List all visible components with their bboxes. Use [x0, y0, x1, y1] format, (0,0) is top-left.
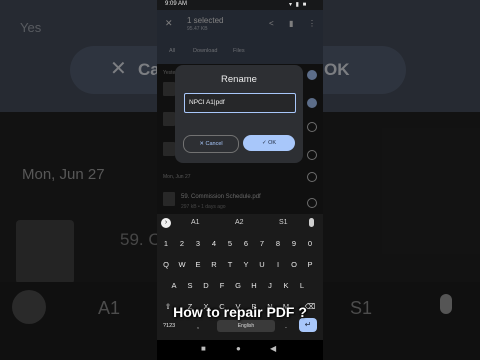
key[interactable]: 7: [255, 239, 269, 248]
key[interactable]: F: [215, 281, 229, 290]
back-icon[interactable]: ◀: [270, 344, 276, 353]
cancel-button[interactable]: ✕ Cancel: [183, 135, 239, 153]
rename-input-value: NPCI A1|pdf: [189, 99, 225, 106]
key[interactable]: P: [303, 260, 317, 269]
recent-apps-icon[interactable]: ■: [201, 344, 206, 353]
number-row: 1 2 3 4 5 6 7 8 9 0: [157, 236, 323, 254]
key[interactable]: W: [175, 260, 189, 269]
status-bar: 9:09 AM ▾ ▮ ■: [157, 0, 323, 10]
key[interactable]: D: [199, 281, 213, 290]
key[interactable]: L: [295, 281, 309, 290]
suggestion-1[interactable]: A1: [191, 219, 200, 226]
key[interactable]: H: [247, 281, 261, 290]
key[interactable]: A: [167, 281, 181, 290]
navigation-bar: ■ ● ◀: [157, 340, 323, 360]
space-key[interactable]: English: [217, 320, 275, 332]
key[interactable]: E: [191, 260, 205, 269]
key[interactable]: 9: [287, 239, 301, 248]
key[interactable]: 6: [239, 239, 253, 248]
comma-key[interactable]: ,: [197, 323, 199, 330]
key[interactable]: U: [255, 260, 269, 269]
cancel-label: Cancel: [205, 141, 223, 147]
key[interactable]: 1: [159, 239, 173, 248]
key[interactable]: T: [223, 260, 237, 269]
mic-icon[interactable]: [309, 218, 314, 227]
suggestion-3[interactable]: S1: [279, 219, 288, 226]
enter-key[interactable]: ↵: [299, 318, 317, 332]
period-key[interactable]: .: [285, 323, 287, 330]
asdf-row: A S D F G H J K L: [157, 278, 323, 296]
key[interactable]: 8: [271, 239, 285, 248]
key[interactable]: I: [271, 260, 285, 269]
key[interactable]: Q: [159, 260, 173, 269]
ok-button[interactable]: ✓ OK: [243, 135, 295, 151]
suggestion-2[interactable]: A2: [235, 219, 244, 226]
key[interactable]: Y: [239, 260, 253, 269]
status-icons: ▾ ▮ ■: [289, 2, 308, 8]
rename-dialog: Rename NPCI A1|pdf ✕ Cancel ✓ OK: [175, 65, 303, 163]
home-icon[interactable]: ●: [236, 344, 241, 353]
key[interactable]: 3: [191, 239, 205, 248]
key[interactable]: 4: [207, 239, 221, 248]
symbols-key[interactable]: ?123: [163, 323, 175, 329]
key[interactable]: G: [231, 281, 245, 290]
qwerty-row: Q W E R T Y U I O P: [157, 257, 323, 275]
key[interactable]: S: [183, 281, 197, 290]
key[interactable]: 2: [175, 239, 189, 248]
key[interactable]: K: [279, 281, 293, 290]
key[interactable]: 0: [303, 239, 317, 248]
key[interactable]: 5: [223, 239, 237, 248]
key[interactable]: J: [263, 281, 277, 290]
dialog-title: Rename: [221, 74, 257, 85]
video-caption: How to repair PDF ?: [173, 304, 307, 320]
status-time: 9:09 AM: [165, 1, 188, 7]
keyboard: › A1 A2 S1 1 2 3 4 5 6 7 8 9 0 Q W E R T…: [157, 214, 323, 340]
key[interactable]: O: [287, 260, 301, 269]
key[interactable]: R: [207, 260, 221, 269]
ok-label: OK: [268, 140, 277, 146]
chevron-icon[interactable]: ›: [161, 218, 171, 228]
rename-input[interactable]: NPCI A1|pdf: [184, 93, 296, 113]
